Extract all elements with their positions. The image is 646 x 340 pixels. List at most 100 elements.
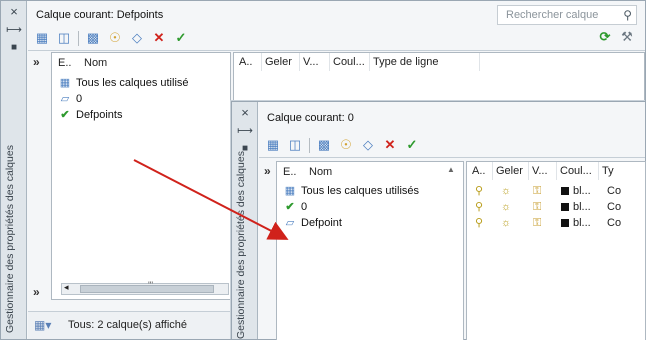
linetype-cell[interactable]: Co (607, 199, 621, 215)
grid-header-color[interactable]: Coul... (557, 162, 599, 180)
new-layer-vp-frozen-icon[interactable]: ◇ (360, 137, 376, 153)
palette-side-strip: × ⟼ ■ Gestionnaire des propriétés des ca… (232, 102, 258, 339)
tree-row-label: 0 (76, 93, 83, 105)
scrollbar-thumb[interactable] (80, 285, 214, 293)
tree-row[interactable]: ▦ Tous les calques utilisé (58, 75, 189, 91)
autohide-icon[interactable]: ⟼ (237, 124, 253, 138)
new-group-filter-icon[interactable]: ◫ (287, 137, 303, 153)
color-swatch (561, 203, 569, 212)
filter-tree-pane: E.. Nom ▦ Tous les calques utilisé ▱ 0 ✔ De… (51, 52, 231, 300)
new-layer-icon[interactable]: ☉ (107, 30, 123, 46)
layer-properties-palette-front: × ⟼ ■ Gestionnaire des propriétés des ca… (231, 101, 646, 340)
palette-title: Gestionnaire des propriétés des calques (235, 151, 247, 339)
thaw-sun-icon[interactable]: ☼ (501, 215, 511, 231)
settings-icon[interactable]: ⚒ (619, 29, 635, 45)
new-property-filter-icon[interactable]: ▦ (265, 137, 281, 153)
layer-icon: ▱ (60, 93, 70, 105)
on-bulb-icon[interactable]: ⚲ (475, 199, 483, 215)
grid-header-color[interactable]: Coul... (330, 53, 370, 71)
expand-filter-tree-icon[interactable]: » (33, 55, 40, 69)
current-check-icon: ✔ (285, 201, 295, 213)
status-text: Tous: 2 calque(s) affiché (68, 319, 188, 331)
unlock-icon[interactable]: ⚿ (533, 215, 541, 231)
tree-row-label: Defpoints (76, 109, 123, 121)
tree-row[interactable]: ✔ 0 (283, 199, 307, 215)
filter-icon: ▦ (59, 77, 71, 89)
tree-header-name[interactable]: Nom (309, 163, 332, 181)
grid-header-linetype[interactable]: Ty (599, 162, 645, 180)
tree-row[interactable]: ✔ Defpoints (58, 107, 122, 123)
tree-row-label: Tous les calques utilisés (301, 185, 420, 197)
color-cell[interactable]: bl... (561, 199, 591, 215)
palette-title: Gestionnaire des propriétés des calques (4, 145, 16, 333)
palette-toolbar: ▦ ◫ ▩ ☉ ◇ ✕ ✓ (34, 29, 189, 47)
layer-grid-pane: A.. Geler V... Coul... Type de ligne (233, 52, 645, 102)
tree-row-label: Defpoint (301, 217, 342, 229)
new-group-filter-icon[interactable]: ◫ (56, 30, 72, 46)
layer-icon: ▱ (285, 217, 295, 229)
tree-header-name[interactable]: Nom (84, 54, 107, 72)
linetype-cell[interactable]: Co (607, 183, 621, 199)
layer-states-icon[interactable]: ▩ (316, 137, 332, 153)
grid-header-lock[interactable]: V... (529, 162, 557, 180)
current-layer-label: Calque courant: Defpoints (36, 9, 164, 21)
unlock-icon[interactable]: ⚿ (533, 183, 541, 199)
tree-header-status[interactable]: E.. (283, 163, 296, 181)
palette-toolbar-right: ⟳ ⚒ (597, 29, 635, 45)
toolbar-separator (78, 30, 79, 46)
tree-header-status[interactable]: E.. (58, 54, 71, 72)
search-icon[interactable]: ⚲ (623, 6, 632, 24)
new-layer-icon[interactable]: ☉ (338, 137, 354, 153)
grid-header-lock[interactable]: V... (300, 53, 330, 71)
color-cell[interactable]: bl... (561, 215, 591, 231)
color-swatch (561, 187, 569, 196)
on-bulb-icon[interactable]: ⚲ (475, 183, 483, 199)
palette-side-strip: × ⟼ ■ Gestionnaire des propriétés des ca… (1, 1, 27, 339)
palette-header: Calque courant: Defpoints Rechercher cal… (28, 1, 645, 51)
close-icon[interactable]: × (6, 5, 22, 19)
refresh-icon[interactable]: ⟳ (597, 29, 613, 45)
tree-row[interactable]: ▱ 0 (58, 91, 82, 107)
layer-grid-pane: A.. Geler V... Coul... Ty ⚲ ☼ ⚿ bl... Co… (466, 161, 646, 340)
thaw-sun-icon[interactable]: ☼ (501, 199, 511, 215)
tree-row[interactable]: ▱ Defpoint (283, 215, 342, 231)
new-layer-vp-frozen-icon[interactable]: ◇ (129, 30, 145, 46)
color-name: bl... (573, 185, 591, 197)
delete-layer-icon[interactable]: ✕ (382, 137, 398, 153)
color-name: bl... (573, 217, 591, 229)
search-input[interactable]: Rechercher calque ⚲ (497, 5, 637, 25)
layer-states-icon[interactable]: ▩ (85, 30, 101, 46)
tree-row[interactable]: ▦ Tous les calques utilisés (283, 183, 419, 199)
grid-header-on[interactable]: A.. (469, 162, 493, 180)
set-current-icon[interactable]: ✓ (173, 30, 189, 46)
grid-header-on[interactable]: A.. (236, 53, 262, 71)
close-icon[interactable]: × (237, 106, 253, 120)
properties-icon[interactable]: ■ (6, 41, 22, 55)
delete-layer-icon[interactable]: ✕ (151, 30, 167, 46)
color-swatch (561, 219, 569, 228)
unlock-icon[interactable]: ⚿ (533, 199, 541, 215)
grid-header-freeze[interactable]: Geler (493, 162, 529, 180)
sort-ascending-icon[interactable]: ▲ (447, 165, 455, 174)
tree-row-label: Tous les calques utilisé (76, 77, 189, 89)
collapse-filter-tree-icon[interactable]: » (33, 285, 40, 299)
expand-filter-tree-icon[interactable]: » (264, 164, 271, 178)
color-cell[interactable]: bl... (561, 183, 591, 199)
current-check-icon: ✔ (60, 109, 70, 121)
toolbar-separator (309, 137, 310, 153)
palette-toolbar: ▦ ◫ ▩ ☉ ◇ ✕ ✓ (265, 136, 420, 154)
filter-status-icon[interactable]: ▦▾ (34, 318, 51, 332)
horizontal-scrollbar[interactable]: ◂ ''' (61, 280, 229, 295)
grid-header-freeze[interactable]: Geler (262, 53, 300, 71)
thaw-sun-icon[interactable]: ☼ (501, 183, 511, 199)
filter-icon: ▦ (284, 185, 296, 197)
set-current-icon[interactable]: ✓ (404, 137, 420, 153)
palette-header: Calque courant: 0 ▦ ◫ ▩ ☉ ◇ ✕ ✓ (259, 102, 645, 158)
new-property-filter-icon[interactable]: ▦ (34, 30, 50, 46)
scroll-left-icon[interactable]: ◂ (64, 282, 69, 293)
autohide-icon[interactable]: ⟼ (6, 23, 22, 37)
current-layer-label: Calque courant: 0 (267, 112, 354, 124)
grid-header-linetype[interactable]: Type de ligne (370, 53, 480, 71)
on-bulb-icon[interactable]: ⚲ (475, 215, 483, 231)
linetype-cell[interactable]: Co (607, 215, 621, 231)
